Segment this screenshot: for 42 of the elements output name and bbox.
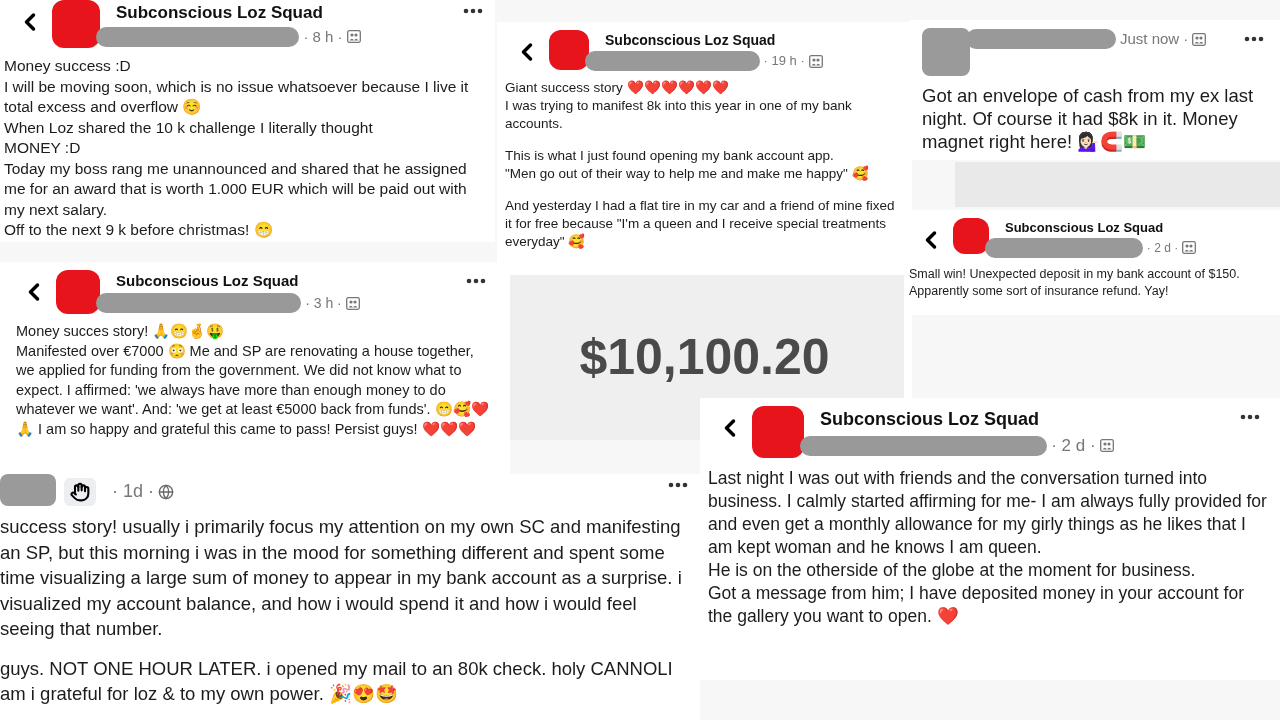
group-avatar[interactable] xyxy=(56,270,100,314)
post-time: Just now · xyxy=(1120,29,1189,49)
post-time: · 8 h · xyxy=(303,26,343,47)
post-text: guys. NOT ONE HOUR LATER. i opened my mail to an 80k check. holy CANNOLI am i grateful for loz & to my own power. 🎉😍🤩 xyxy=(0,656,674,706)
post-text: Money success :D I will be moving soon, which is no issue whatsoever because I live it total excess and overflow ☺ When Loz shared the 10 k challenge I literally thought MONEY :D Today my boss rang me unannounced and shared that he assigned me for an award that is worth 1.000 EUR which will be paid out with my next salary. Off to the next 9 k before christmas! 😁 xyxy=(4,56,470,240)
post-text: Small win! Unexpected deposit in my bank account of $150. Apparently some sort of insurance refund. Yay! xyxy=(909,265,1241,300)
group-icon xyxy=(1192,32,1207,46)
post-time: · 1d · xyxy=(112,480,154,503)
more-icon[interactable] xyxy=(668,482,688,488)
group-name[interactable]: Subconscious Loz Squad xyxy=(116,0,455,26)
group-avatar[interactable] xyxy=(953,218,989,254)
group-icon xyxy=(1182,241,1197,254)
more-icon[interactable] xyxy=(463,8,483,14)
hand-icon xyxy=(70,482,90,502)
more-icon[interactable] xyxy=(1244,36,1264,42)
post-time: · 19 h · xyxy=(763,52,805,71)
more-icon[interactable] xyxy=(1240,414,1260,420)
balance-amount: $10,100.20 xyxy=(579,328,830,387)
avatar[interactable] xyxy=(0,474,56,506)
group-name[interactable]: Subconscious Loz Squad xyxy=(605,30,896,51)
globe-icon xyxy=(158,483,174,500)
post-text: success story! usually i primarily focus my attention on my own SC and manifesting an SP, but this morning i was in the mood for something different and spent some time visualizing a large sum of money to appear in my bank account as a surprise. i visualized my account balance, and how i would spend it and how i would feel seeing that number. xyxy=(0,515,683,641)
group-avatar[interactable] xyxy=(52,0,100,48)
post-text: And yesterday I had a flat tire in my car and a friend of mine fixed it for free because "I'm a queen and I receive special treatments everyday" 🥰 xyxy=(505,197,896,251)
post-time: · 2 d · xyxy=(1146,239,1179,257)
group-avatar[interactable] xyxy=(752,406,804,458)
group-avatar[interactable] xyxy=(549,30,589,70)
group-name[interactable]: Subconscious Loz Squad xyxy=(116,270,458,293)
post-text: Giant success story ❤❤❤❤❤❤ I was trying to manifest 8k into this year in one of my bank accounts. xyxy=(505,79,853,133)
post-text: Got an envelope of cash from my ex last night. Of course it had $8k in it. Money magnet right here! 💁🏻‍♀🧲💵 xyxy=(922,84,1255,153)
post-text: Money succes story! 🙏😁🤞🤑 Manifested over €7000 😳 Me and SP are renovating a house together, we applied for funding from the government. We did not know what to expect. I affirmed: 'we always have more than enough money to do whatever we want'. And: 'we get at least €5000 back from funds'. 😁🥰❤🙏 I am so happy and grateful this came to pass! Persist guys! ❤❤❤ xyxy=(16,322,490,439)
group-icon xyxy=(346,30,361,44)
post-text: This is what I just found opening my bank account app. "Men go out of their way to help me and make me happy" 🥰 xyxy=(505,147,870,183)
post-text: Last night I was out with friends and the conversation turned into business. I calmly started affirming for me- I am always fully provided for and even get a monthly allowance for my girly things as he likes that I am kept woman and he knows I am queen. He is on the otherside of the globe at the moment for business. Got a message from him; I have deposited money in your account for the gallery you want to open. ❤ xyxy=(708,466,1268,628)
group-name[interactable]: Subconscious Loz Squad xyxy=(820,406,1232,433)
post-time: · 2 d · xyxy=(1051,435,1096,457)
post-time: · 3 h · xyxy=(305,293,342,313)
more-icon[interactable] xyxy=(466,278,486,284)
group-icon xyxy=(1099,439,1114,453)
group-name[interactable]: Subconscious Loz Squad xyxy=(1005,218,1268,238)
group-icon xyxy=(345,296,360,310)
group-icon xyxy=(808,54,823,68)
